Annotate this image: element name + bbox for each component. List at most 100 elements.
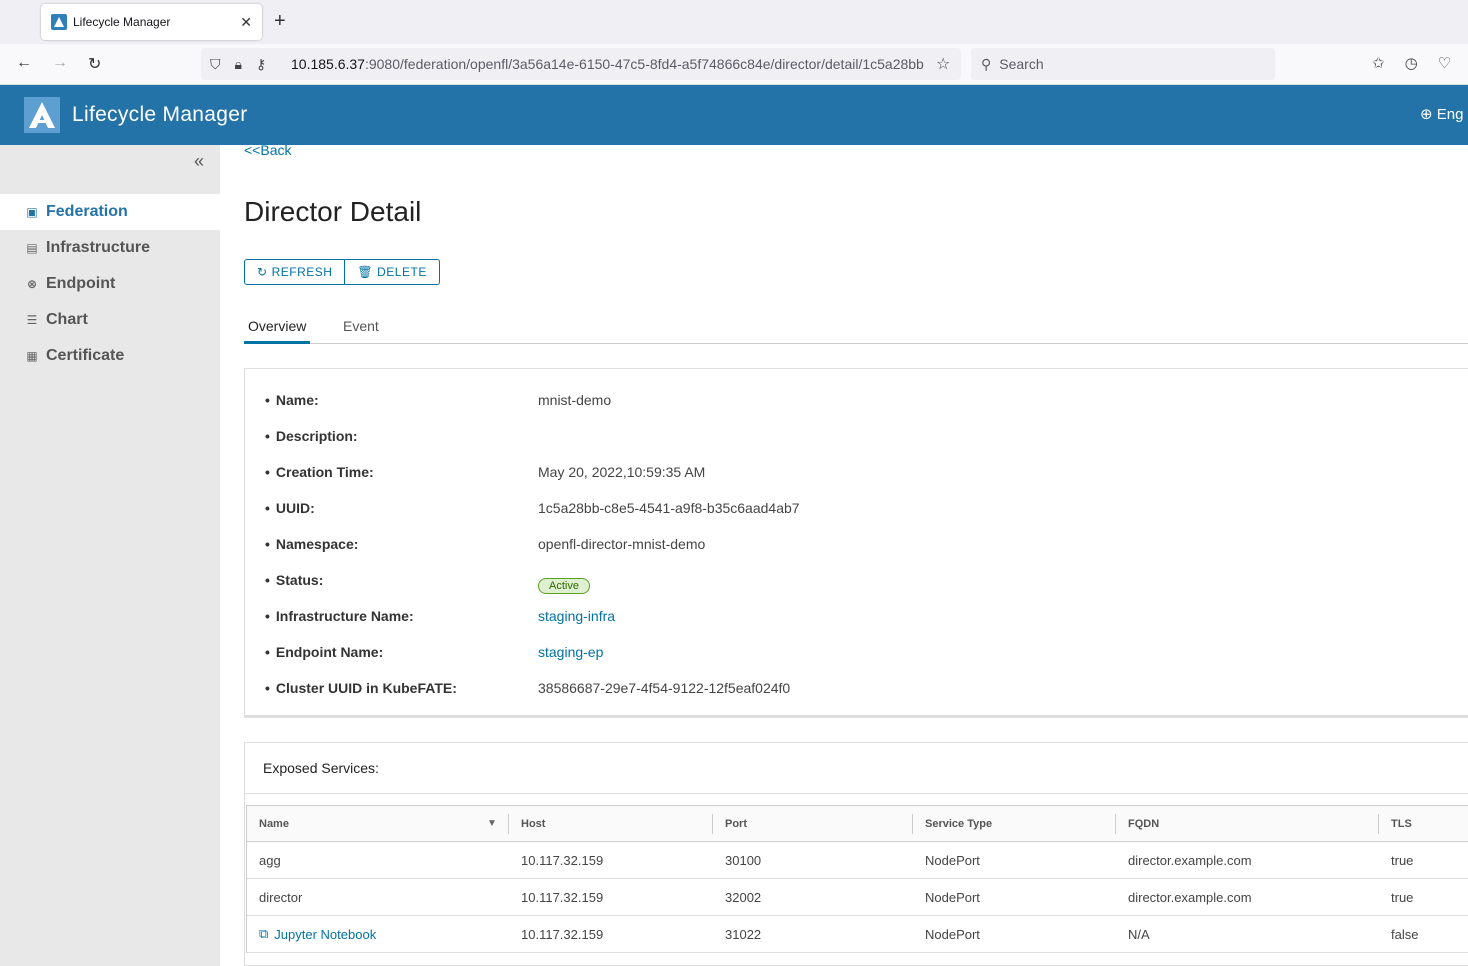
- column-header-label: Name: [259, 817, 289, 830]
- exposed-services-card: Exposed Services: Name ▼ Host Port Servi…: [244, 742, 1468, 966]
- sidebar-item-certificate[interactable]: ▦ Certificate: [0, 338, 220, 374]
- key-icon[interactable]: ⚷: [256, 56, 266, 73]
- history-icon[interactable]: ◷: [1405, 54, 1418, 72]
- new-tab-icon[interactable]: +: [274, 10, 286, 33]
- refresh-icon: ↻: [257, 265, 268, 279]
- refresh-button[interactable]: ↻ REFRESH: [245, 260, 344, 284]
- reload-icon[interactable]: ↻: [88, 54, 101, 74]
- cell-fqdn: director.example.com: [1128, 889, 1252, 905]
- column-header-host[interactable]: Host: [509, 806, 713, 841]
- browser-tabbar: Lifecycle Manager ✕ +: [0, 0, 1468, 44]
- pocket-icon[interactable]: ♡: [1438, 54, 1451, 72]
- cell-service-type: NodePort: [925, 852, 980, 868]
- column-header-name[interactable]: Name ▼: [247, 806, 509, 841]
- table-header-row: Name ▼ Host Port Service Type FQDN TLS: [247, 806, 1468, 842]
- overview-card: Name: mnist-demo Description: Creation T…: [244, 368, 1468, 718]
- external-link-icon: ⧉: [259, 926, 269, 941]
- back-link[interactable]: <<Back: [244, 142, 291, 158]
- cell-name: director: [259, 889, 303, 905]
- search-placeholder: Search: [999, 56, 1044, 72]
- cell-host: 10.117.32.159: [521, 852, 604, 868]
- services-table: Name ▼ Host Port Service Type FQDN TLS a…: [246, 805, 1468, 953]
- infrastructure-link[interactable]: staging-infra: [538, 608, 615, 624]
- endpoint-icon: ⊗: [26, 277, 38, 291]
- bookmark-star-icon[interactable]: ☆: [936, 54, 950, 74]
- refresh-label: REFRESH: [271, 265, 333, 279]
- filter-icon[interactable]: ▼: [487, 818, 497, 829]
- shield-icon[interactable]: ⛉: [210, 56, 221, 73]
- table-row: agg 10.117.32.159 30100 NodePort directo…: [247, 842, 1468, 879]
- cell-port: 32002: [725, 889, 762, 905]
- column-header-service-type[interactable]: Service Type: [913, 806, 1116, 841]
- browser-tab[interactable]: Lifecycle Manager ✕: [41, 4, 262, 40]
- sidebar-item-label: Federation: [46, 203, 128, 220]
- table-row: ⧉ Jupyter Notebook 10.117.32.159 31022 N…: [247, 916, 1468, 953]
- detail-value-namespace: openfl-director-mnist-demo: [538, 536, 706, 552]
- column-header-tls[interactable]: TLS: [1379, 806, 1468, 841]
- cell-tls: false: [1391, 926, 1419, 942]
- cell-service-type: NodePort: [925, 889, 980, 905]
- globe-icon: ⊕: [1420, 106, 1433, 123]
- sidebar-item-label: Endpoint: [46, 275, 116, 292]
- sidebar-item-label: Chart: [46, 311, 88, 328]
- back-arrow-icon[interactable]: ←: [16, 54, 32, 72]
- app-favicon-icon: [51, 14, 67, 30]
- table-row: director 10.117.32.159 32002 NodePort di…: [247, 879, 1468, 916]
- cell-port: 31022: [725, 926, 762, 942]
- sidebar-item-label: Certificate: [46, 347, 125, 364]
- sidebar-item-chart[interactable]: ☰ Chart: [0, 302, 220, 338]
- detail-value-cluster-uuid: 38586687-29e7-4f54-9122-12f5eaf024f0: [538, 680, 791, 696]
- detail-label: UUID:: [265, 500, 315, 516]
- action-button-group: ↻ REFRESH 🗑︎ DELETE: [244, 259, 440, 285]
- close-tab-icon[interactable]: ✕: [240, 14, 252, 31]
- chart-icon: ☰: [26, 313, 38, 327]
- bookmarks-icon[interactable]: ✩: [1372, 54, 1385, 72]
- insecure-lock-icon[interactable]: 🔒︎: [235, 56, 242, 73]
- url-host: 10.185.6.37: [291, 56, 365, 72]
- delete-button[interactable]: 🗑︎ DELETE: [344, 260, 438, 284]
- detail-label: Endpoint Name:: [265, 644, 383, 660]
- tab-event[interactable]: Event: [339, 318, 383, 344]
- detail-value-name: mnist-demo: [538, 392, 612, 408]
- detail-label: Infrastructure Name:: [265, 608, 414, 624]
- trash-icon: 🗑︎: [357, 265, 374, 279]
- search-icon: ⚲: [981, 55, 992, 72]
- sidebar-item-label: Infrastructure: [46, 239, 151, 256]
- detail-label: Status:: [265, 572, 323, 588]
- exposed-services-title: Exposed Services:: [263, 760, 379, 776]
- app-header: Lifecycle Manager ⊕ Eng: [0, 85, 1468, 145]
- infrastructure-icon: ▤: [26, 241, 38, 255]
- sidebar-item-infrastructure[interactable]: ▤ Infrastructure: [0, 230, 220, 266]
- jupyter-notebook-link[interactable]: ⧉ Jupyter Notebook: [247, 916, 376, 952]
- status-badge: Active: [538, 578, 590, 594]
- delete-label: DELETE: [377, 265, 427, 279]
- cell-service-type: NodePort: [925, 926, 980, 942]
- cell-name: Jupyter Notebook: [274, 926, 377, 942]
- endpoint-link[interactable]: staging-ep: [538, 644, 603, 660]
- collapse-sidebar-icon[interactable]: «: [194, 151, 204, 172]
- tab-overview[interactable]: Overview: [244, 318, 311, 344]
- sidebar-item-federation[interactable]: ▣ Federation: [0, 194, 220, 230]
- detail-value-uuid: 1c5a28bb-c8e5-4541-a9f8-b35c6aad4ab7: [538, 500, 800, 516]
- federation-icon: ▣: [26, 205, 38, 219]
- detail-tabs: Overview Event: [244, 318, 1468, 344]
- sidebar: « ▣ Federation ▤ Infrastructure ⊗ Endpoi…: [0, 145, 220, 966]
- language-selector[interactable]: ⊕ Eng: [1420, 105, 1463, 123]
- detail-label: Name:: [265, 392, 319, 408]
- cell-tls: true: [1391, 852, 1414, 868]
- divider: [245, 793, 1468, 794]
- cell-name: agg: [259, 852, 281, 868]
- certificate-icon: ▦: [26, 349, 38, 363]
- page-title: Director Detail: [244, 196, 422, 227]
- detail-value-creation-time: May 20, 2022,10:59:35 AM: [538, 464, 706, 480]
- forward-arrow-icon[interactable]: →: [52, 54, 68, 72]
- toolbar-icons: ✩ ◷ ♡: [1372, 54, 1451, 72]
- sidebar-item-endpoint[interactable]: ⊗ Endpoint: [0, 266, 220, 302]
- url-security-icons: ⛉ 🔒︎ ⚷: [210, 56, 266, 73]
- column-header-fqdn[interactable]: FQDN: [1116, 806, 1379, 841]
- cell-fqdn: director.example.com: [1128, 852, 1252, 868]
- browser-tab-title: Lifecycle Manager: [73, 15, 171, 29]
- url-bar[interactable]: 10.185.6.37:9080/federation/openfl/3a56a…: [201, 48, 961, 80]
- search-input[interactable]: ⚲ Search: [971, 48, 1275, 80]
- column-header-port[interactable]: Port: [713, 806, 913, 841]
